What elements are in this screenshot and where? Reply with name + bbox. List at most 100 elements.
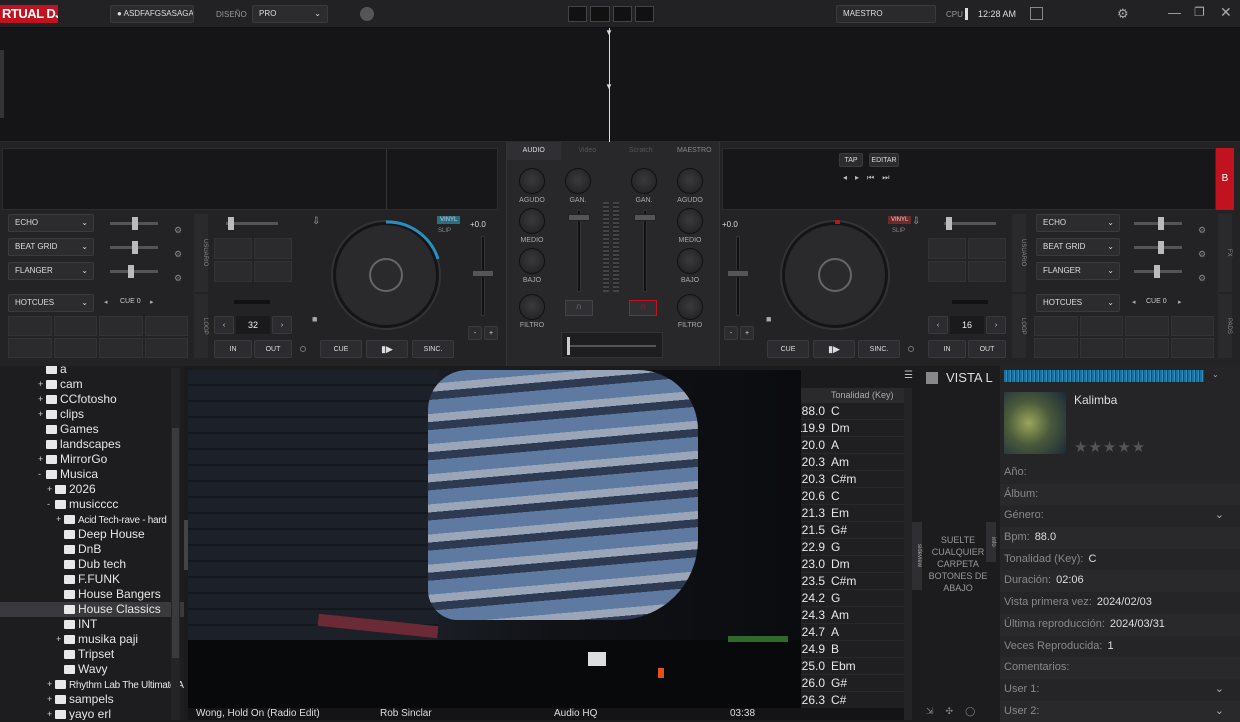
track-row[interactable]: 119.9 Dm [801,420,904,437]
chevron-down-icon[interactable]: ⌄ [1215,505,1224,527]
record-icon[interactable] [1030,7,1043,20]
track-row[interactable]: 124.3 Am [801,607,904,624]
info-field[interactable]: Última reproducción: 2024/03/31 [1000,613,1240,636]
info-field[interactable]: Comentarios: [1000,657,1240,679]
tree-item[interactable]: a [0,366,184,377]
expand-icon[interactable]: + [38,407,43,422]
effect-1-slider-right[interactable] [1134,217,1182,230]
tree-item[interactable]: House Bangers [0,587,184,602]
user-pads-right[interactable] [928,238,1006,282]
layout-select[interactable]: PRO ⌄ [252,5,328,23]
info-field[interactable]: Álbum: [1000,483,1240,506]
chevron-down-icon[interactable]: ⌄ [1215,679,1224,701]
pitch-plus-button-right[interactable]: + [740,326,754,340]
cue-button[interactable]: CUE [320,340,362,358]
minimize-icon[interactable]: — [1168,5,1181,20]
eq-high-knob-right[interactable] [677,168,703,194]
list-menu-icon[interactable]: ☰ [904,370,916,386]
slip-button[interactable]: SLIP [438,228,451,234]
sideview-toolbar-icons[interactable]: ⇲✣◯ [926,706,987,717]
effect-3-slider-right[interactable] [1134,265,1182,278]
tree-item[interactable]: F.FUNK [0,572,184,587]
eq-mid-knob-right[interactable] [677,208,703,234]
info-field[interactable]: User 2: ⌄ [1000,700,1240,722]
hotcue-pads[interactable] [8,316,188,358]
load-icon[interactable]: ⇩ [312,216,320,227]
loop-out-button[interactable]: OUT [254,340,292,358]
hotcue-pads-right[interactable] [1034,316,1214,358]
hotcues-select[interactable]: HOTCUES ⌄ [8,294,94,312]
user-slider[interactable] [226,217,278,230]
track-row[interactable]: 123.5 C#m [801,573,904,590]
track-row[interactable]: 123.0 Dm [801,556,904,573]
effect-select-2[interactable]: BEAT GRID ⌄ [8,238,94,256]
pitch-plus-button[interactable]: + [484,326,498,340]
loop-half-button-right[interactable]: ‹ [928,316,948,334]
sync-button[interactable]: SINC. [412,340,454,358]
crossfader[interactable] [561,332,663,358]
info-field[interactable]: Año: [1000,462,1240,484]
track-row[interactable]: 121.3 Em [801,505,904,522]
track-row[interactable]: 124.9 B [801,641,904,658]
track-row[interactable]: 120.6 C [801,488,904,505]
expand-icon[interactable]: + [56,512,61,527]
effect-select-1[interactable]: ECHO ⌄ [8,214,94,232]
tree-item[interactable]: Deep House [0,527,184,542]
tree-item[interactable]: +2026 [0,482,184,497]
rating-stars[interactable]: ★★★★★ [1074,438,1146,456]
tree-item[interactable]: Tripset [0,647,184,662]
slip-button-right[interactable]: SLIP [892,228,905,234]
eq-low-knob-left[interactable] [519,248,545,274]
user-pads[interactable] [214,238,292,282]
tree-item[interactable]: + CCfotosho [0,392,184,407]
loop-size[interactable]: 32 [236,316,270,334]
track-row[interactable]: 125.0 Ebm [801,658,904,675]
info-field[interactable]: Duración: 02:06 [1000,570,1240,593]
effect-settings-icons-right[interactable]: ⚙ ⚙ ⚙ [1198,218,1206,290]
headphones-icon-left[interactable]: ∩ [565,300,593,316]
effect-select-2-right[interactable]: BEAT GRID ⌄ [1036,238,1120,256]
track-row[interactable]: 122.9 G [801,539,904,556]
pitch-minus-button-right[interactable]: - [724,326,738,340]
expand-icon[interactable]: + [38,377,43,392]
track-row[interactable]: 126.3 C# [801,692,904,709]
track-row-bottom[interactable]: Wong, Hold On (Radio Edit) Rob Sinclar A… [188,708,904,720]
loop-double-button-right[interactable]: › [986,316,1006,334]
track-list[interactable]: 88.0C119.9Dm120.0A120.3Am120.3C#m120.6C1… [801,403,904,720]
hotcues-select-right[interactable]: HOTCUES ⌄ [1036,294,1120,312]
track-row[interactable]: 124.7 A [801,624,904,641]
stop-icon[interactable]: ■ [312,314,317,324]
tree-item[interactable]: + musika paji [0,632,184,647]
user-side-tab-right[interactable]: USUARIO [1012,214,1026,292]
expand-icon[interactable]: + [47,482,52,497]
tree-item[interactable]: + sampels [0,692,184,707]
volume-fader-right[interactable] [643,210,647,292]
effect-select-3-right[interactable]: FLANGER ⌄ [1036,262,1120,280]
expand-icon[interactable]: + [38,392,43,407]
volume-fader-left[interactable] [577,210,581,292]
track-row[interactable]: 120.0 A [801,437,904,454]
effect-1-slider[interactable] [110,217,158,230]
expand-icon[interactable]: + [47,707,52,720]
track-row[interactable]: 124.2 G [801,590,904,607]
loop-side-tab[interactable]: LOOP [194,294,208,358]
tree-item[interactable]: + cam [0,377,184,392]
tap-button[interactable]: TAP [839,153,863,167]
loop-double-button[interactable]: › [272,316,292,334]
tab-info[interactable]: info [986,522,996,562]
pitch-minus-button[interactable]: - [468,326,482,340]
collapse-icon[interactable]: - [47,497,50,512]
list-header-key[interactable]: Tonalidad (Key) [801,388,904,403]
user-slider-right[interactable] [944,217,996,230]
info-field[interactable]: Bpm: 88.0 [1000,527,1240,549]
settings-icon[interactable]: ⚙ [1117,6,1129,22]
tab-scratch[interactable]: Scratch [614,142,668,160]
track-row[interactable]: 120.3 C#m [801,471,904,488]
loop-in-button-right[interactable]: IN [928,340,966,358]
account-button[interactable]: ● ASDFAFGSASAGA... [110,5,194,23]
effect-select-3[interactable]: FLANGER ⌄ [8,262,94,280]
deck-letter-b[interactable]: B [1216,148,1234,210]
cue-prev-icon[interactable]: ◂ [104,298,108,306]
maximize-icon[interactable]: ❐ [1194,5,1205,19]
tree-item[interactable]: INT [0,617,184,632]
